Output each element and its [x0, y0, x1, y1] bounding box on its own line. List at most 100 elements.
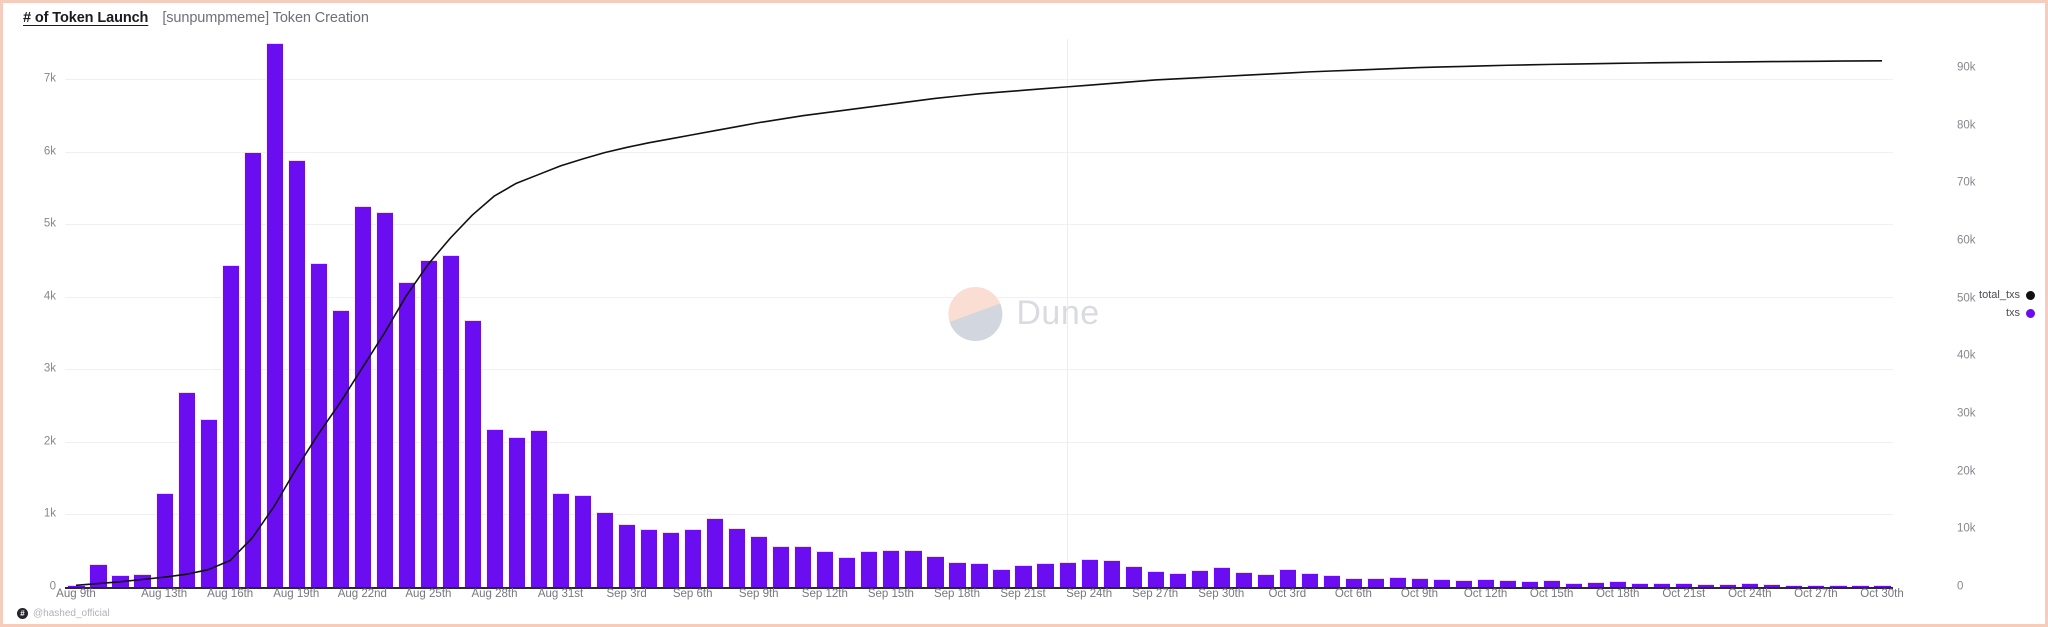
bar[interactable]	[111, 574, 129, 587]
bar[interactable]	[199, 418, 217, 587]
bar[interactable]	[1124, 565, 1142, 587]
bar[interactable]	[155, 493, 173, 587]
bar[interactable]	[1300, 573, 1318, 587]
y-tick-left: 1k	[43, 507, 56, 520]
bar[interactable]	[1168, 573, 1186, 587]
bar[interactable]	[1388, 576, 1407, 587]
bar[interactable]	[750, 536, 768, 587]
bar[interactable]	[1498, 580, 1517, 587]
bar[interactable]	[1653, 583, 1671, 587]
bar[interactable]	[1366, 578, 1385, 587]
bar[interactable]	[529, 429, 548, 587]
y-tick-left: 4k	[43, 289, 56, 302]
bar[interactable]	[1521, 581, 1539, 587]
bar[interactable]	[1036, 563, 1054, 587]
bar[interactable]	[221, 264, 239, 587]
bar[interactable]	[948, 562, 966, 587]
bar[interactable]	[1697, 584, 1715, 587]
bar[interactable]	[1829, 584, 1847, 587]
bar[interactable]	[1212, 566, 1230, 587]
x-tick: Aug 28th	[471, 588, 518, 600]
bar[interactable]	[89, 563, 107, 587]
bar[interactable]	[1080, 559, 1098, 587]
bar[interactable]	[375, 212, 393, 587]
bar[interactable]	[1234, 571, 1252, 587]
bar[interactable]	[1609, 581, 1627, 587]
bar[interactable]	[1675, 583, 1693, 587]
bar[interactable]	[816, 551, 834, 587]
x-tick: Sep 15th	[867, 588, 914, 600]
x-tick: Oct 27th	[1794, 588, 1838, 600]
bar[interactable]	[1873, 585, 1891, 587]
bar[interactable]	[1256, 573, 1274, 587]
bar[interactable]	[573, 494, 592, 587]
bar[interactable]	[1190, 569, 1208, 587]
bar[interactable]	[331, 310, 349, 587]
bar[interactable]	[463, 319, 482, 587]
bar[interactable]	[904, 549, 922, 587]
bar[interactable]	[794, 546, 812, 587]
bar[interactable]	[728, 528, 746, 587]
bar[interactable]	[397, 282, 415, 587]
bar[interactable]	[485, 428, 504, 587]
bar[interactable]	[1719, 584, 1737, 587]
bar[interactable]	[1476, 579, 1495, 587]
bar[interactable]	[926, 555, 944, 587]
bar[interactable]	[992, 568, 1010, 587]
x-tick: Sep 21st	[1000, 588, 1046, 600]
x-tick: Oct 30th	[1860, 588, 1904, 600]
bar[interactable]	[640, 528, 658, 587]
x-tick: Aug 22nd	[337, 588, 387, 600]
bar[interactable]	[662, 531, 680, 587]
y-tick-right: 80k	[1957, 118, 1976, 131]
bar[interactable]	[1565, 582, 1583, 587]
legend-item[interactable]: total_txs	[1957, 289, 2035, 301]
bar[interactable]	[419, 260, 437, 587]
bar[interactable]	[684, 528, 702, 587]
bar[interactable]	[1410, 577, 1429, 587]
bar[interactable]	[1741, 583, 1759, 587]
bar[interactable]	[177, 392, 195, 587]
bar[interactable]	[243, 151, 261, 587]
bar[interactable]	[882, 549, 900, 587]
bar[interactable]	[860, 550, 878, 587]
bar[interactable]	[838, 556, 856, 587]
bar[interactable]	[1014, 565, 1032, 587]
x-tick: Oct 18th	[1595, 588, 1640, 600]
bar[interactable]	[970, 563, 988, 587]
bar[interactable]	[1432, 579, 1451, 587]
chart-subtitle: [sunpumpmeme] Token Creation	[162, 10, 369, 26]
bar[interactable]	[596, 512, 614, 587]
page-title[interactable]: # of Token Launch	[23, 10, 148, 26]
bar[interactable]	[353, 205, 371, 587]
bar[interactable]	[1146, 571, 1164, 587]
bar[interactable]	[441, 254, 459, 587]
bar[interactable]	[265, 43, 283, 587]
bar[interactable]	[133, 573, 151, 587]
bar[interactable]	[1763, 584, 1781, 587]
bar[interactable]	[1322, 574, 1340, 587]
bar[interactable]	[1102, 560, 1120, 587]
bar[interactable]	[1785, 584, 1803, 587]
bar[interactable]	[1587, 581, 1605, 587]
bar[interactable]	[1278, 568, 1296, 587]
bar[interactable]	[551, 493, 570, 587]
y-tick-left: 5k	[43, 217, 56, 230]
bar[interactable]	[1807, 584, 1825, 587]
bar[interactable]	[706, 518, 724, 587]
bar[interactable]	[618, 523, 636, 587]
bar[interactable]	[507, 436, 526, 587]
bar[interactable]	[67, 584, 85, 587]
y-tick-right: 70k	[1957, 176, 1976, 189]
bar[interactable]	[772, 545, 790, 587]
bar[interactable]	[309, 262, 327, 587]
bar[interactable]	[1631, 582, 1649, 587]
bar[interactable]	[1851, 584, 1869, 587]
bar[interactable]	[1058, 562, 1076, 587]
bar[interactable]	[1454, 579, 1473, 587]
y-tick-right: 0	[1957, 580, 1964, 593]
bar[interactable]	[287, 160, 305, 587]
legend-item[interactable]: txs	[1957, 307, 2035, 319]
bar[interactable]	[1543, 580, 1561, 587]
bar[interactable]	[1344, 577, 1362, 587]
